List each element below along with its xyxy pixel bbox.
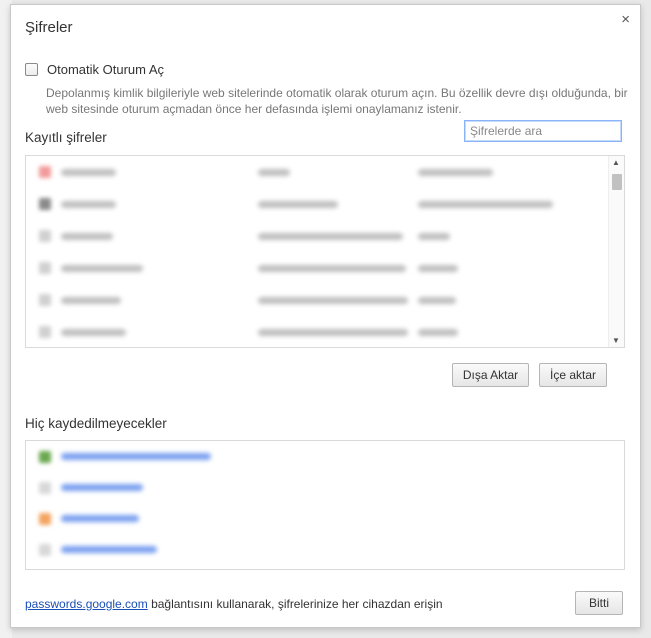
list-item[interactable]	[26, 220, 624, 252]
done-button[interactable]: Bitti	[575, 591, 623, 615]
dialog-title: Şifreler	[25, 19, 73, 36]
site-origin-link[interactable]	[61, 453, 211, 460]
password-masked	[418, 200, 553, 208]
close-icon[interactable]: ×	[621, 12, 630, 28]
username	[258, 296, 408, 304]
password-masked	[418, 296, 456, 304]
saved-passwords-title: Kayıtlı şifreler	[25, 130, 107, 145]
list-item[interactable]	[26, 252, 624, 284]
auto-signin-row[interactable]: Otomatik Oturum Aç	[25, 62, 164, 77]
list-item[interactable]	[26, 472, 624, 503]
footer-description: bağlantısını kullanarak, şifrelerinize h…	[147, 597, 443, 611]
site-origin	[61, 264, 143, 272]
password-masked	[418, 168, 493, 176]
username	[258, 264, 406, 272]
scroll-down-icon[interactable]: ▼	[612, 336, 620, 345]
scrollbar[interactable]: ▲ ▼	[608, 156, 624, 347]
never-saved-list	[25, 440, 625, 570]
export-button[interactable]: Dışa Aktar	[452, 363, 529, 387]
password-search-input[interactable]	[464, 120, 622, 142]
username	[258, 200, 338, 208]
footer-text: passwords.google.com bağlantısını kullan…	[25, 597, 443, 611]
site-origin	[61, 232, 113, 240]
site-origin-link[interactable]	[61, 484, 143, 491]
site-favicon-icon	[39, 198, 51, 210]
site-favicon-icon	[39, 262, 51, 274]
site-origin	[61, 200, 116, 208]
site-favicon-icon	[39, 326, 51, 338]
list-item[interactable]	[26, 534, 624, 565]
auto-signin-checkbox[interactable]	[25, 63, 38, 76]
site-favicon-icon	[39, 450, 51, 463]
auto-signin-label[interactable]: Otomatik Oturum Aç	[47, 62, 164, 77]
never-saved-title: Hiç kaydedilmeyecekler	[25, 416, 167, 431]
site-favicon-icon	[39, 294, 51, 306]
password-masked	[418, 328, 458, 336]
auto-signin-description: Depolanmış kimlik bilgileriyle web sitel…	[46, 86, 628, 116]
password-masked	[418, 264, 458, 272]
saved-passwords-list: ▲ ▼	[25, 155, 625, 348]
username	[258, 168, 290, 176]
list-item[interactable]	[26, 316, 624, 347]
import-button[interactable]: İçe aktar	[539, 363, 607, 387]
site-origin	[61, 328, 126, 336]
list-item[interactable]	[26, 188, 624, 220]
site-favicon-icon	[39, 481, 51, 494]
site-favicon-icon	[39, 230, 51, 242]
list-item[interactable]	[26, 284, 624, 316]
site-origin	[61, 168, 116, 176]
password-masked	[418, 232, 450, 240]
scroll-up-icon[interactable]: ▲	[612, 158, 620, 167]
site-favicon-icon	[39, 166, 51, 178]
site-origin-link[interactable]	[61, 515, 139, 522]
scrollbar-thumb[interactable]	[612, 174, 622, 190]
site-origin	[61, 296, 121, 304]
site-favicon-icon	[39, 543, 51, 556]
passwords-google-link[interactable]: passwords.google.com	[25, 597, 148, 611]
passwords-dialog: Şifreler × Otomatik Oturum Aç Depolanmış…	[10, 4, 641, 628]
list-item[interactable]	[26, 156, 624, 188]
list-item[interactable]	[26, 503, 624, 534]
username	[258, 328, 408, 336]
site-origin-link[interactable]	[61, 546, 157, 553]
list-item[interactable]	[26, 441, 624, 472]
site-favicon-icon	[39, 512, 51, 525]
username	[258, 232, 403, 240]
